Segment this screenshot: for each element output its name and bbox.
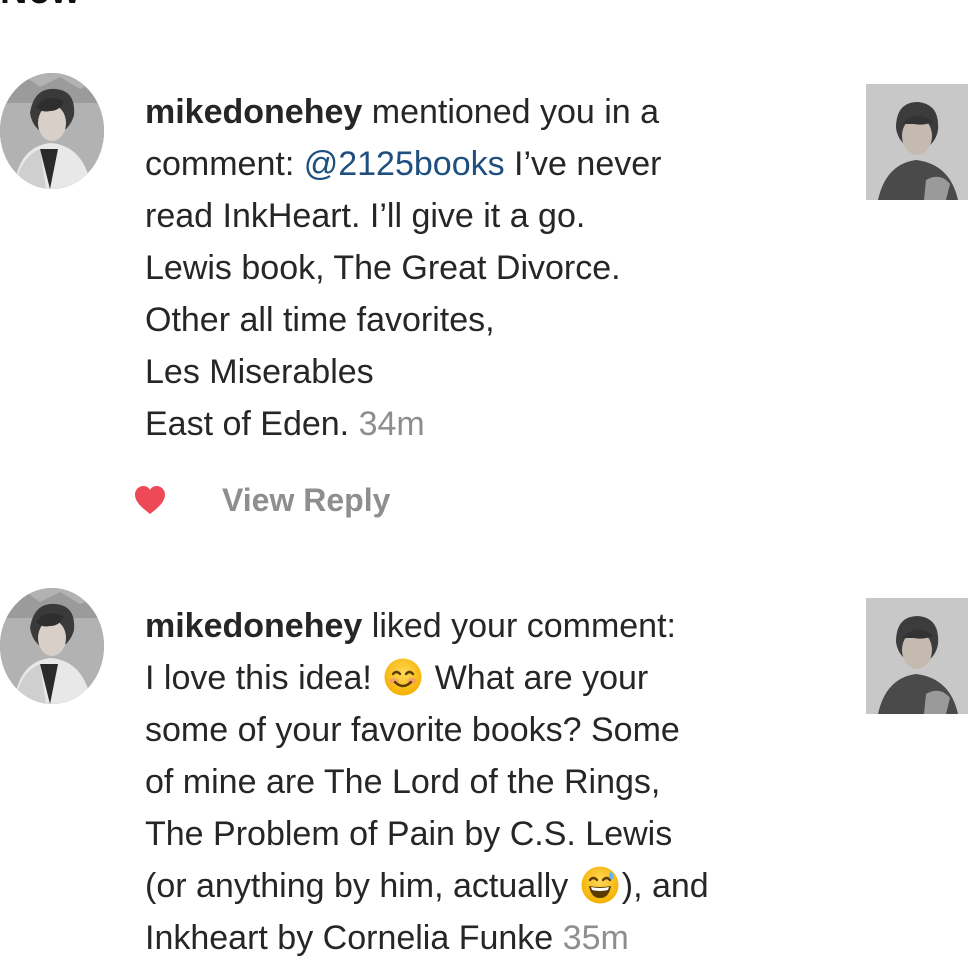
comment-text: What are your — [425, 659, 649, 697]
post-thumbnail-icon — [866, 598, 968, 714]
comment-text: (or anything by him, actually — [145, 867, 578, 905]
mention-link[interactable]: @2125books — [304, 145, 505, 183]
comment-line: Les Miserables — [145, 353, 374, 391]
comment-text: I’ve never — [504, 145, 662, 183]
notification-line: (or anything by him, actually ), and — [145, 860, 845, 912]
grinning-sweat-emoji-icon — [581, 866, 619, 904]
comment-line: East of Eden. — [145, 405, 359, 443]
comment-line: Lewis book, The Great Divorce. — [145, 249, 621, 287]
avatar[interactable] — [0, 73, 104, 189]
comment-text: I love this idea! — [145, 659, 382, 697]
comment-actions: View Reply — [134, 478, 390, 522]
comment-prefix: comment: — [145, 145, 304, 183]
notification-text: mikedonehey mentioned you in a comment: … — [145, 86, 845, 450]
comment-line: Inkheart by Cornelia Funke — [145, 919, 563, 957]
notification-line: mikedonehey liked your comment: — [145, 600, 845, 652]
heart-icon[interactable] — [134, 485, 166, 515]
post-thumbnail-icon — [866, 84, 968, 200]
comment-line: of mine are The Lord of the Rings, — [145, 763, 661, 801]
timestamp: 34m — [358, 405, 425, 443]
comment-line: Other all time favorites, — [145, 301, 495, 339]
comment-text: ), and — [621, 867, 709, 905]
section-title: New — [0, 0, 81, 13]
notification-line: East of Eden. 34m — [145, 398, 845, 450]
notification-line: I love this idea! What are your — [145, 652, 845, 704]
notification-line: mikedonehey mentioned you in a — [145, 86, 845, 138]
comment-line: some of your favorite books? Some — [145, 711, 680, 749]
avatar[interactable] — [0, 588, 104, 704]
activity-screen: New mikedonehey mentioned you in a comme… — [0, 0, 968, 968]
username-link[interactable]: mikedonehey — [145, 93, 362, 131]
notification-line: Inkheart by Cornelia Funke 35m — [145, 912, 845, 964]
smiling-face-emoji-icon — [384, 658, 422, 696]
post-thumbnail[interactable] — [866, 84, 968, 200]
profile-photo-icon — [0, 73, 104, 189]
post-thumbnail[interactable] — [866, 598, 968, 714]
notification-text: mikedonehey liked your comment: I love t… — [145, 600, 845, 964]
profile-photo-icon — [0, 588, 104, 704]
action-text: mentioned you in a — [362, 93, 660, 131]
comment-line: The Problem of Pain by C.S. Lewis — [145, 815, 673, 853]
username-link[interactable]: mikedonehey — [145, 607, 362, 645]
notification-line: comment: @2125books I’ve never — [145, 138, 845, 190]
view-reply-button[interactable]: View Reply — [222, 482, 390, 519]
comment-line: read InkHeart. I’ll give it a go. — [145, 197, 586, 235]
action-text: liked your comment: — [362, 607, 676, 645]
timestamp: 35m — [562, 919, 629, 957]
